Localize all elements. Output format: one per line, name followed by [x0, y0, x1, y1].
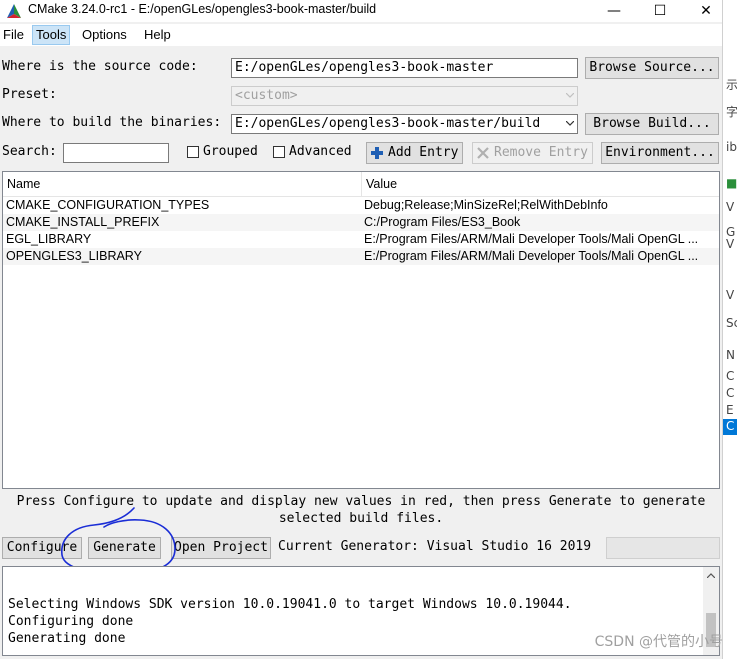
table-row[interactable]: CMAKE_CONFIGURATION_TYPES Debug;Release;… [3, 197, 719, 214]
side-text: 字 [726, 105, 737, 119]
remove-entry-button[interactable]: Remove Entry [472, 142, 593, 164]
entry-value: E:/Program Files/ARM/Mali Developer Tool… [364, 249, 699, 263]
open-project-button[interactable]: Open Project [171, 537, 271, 559]
menu-options[interactable]: Options [79, 26, 130, 44]
entry-name: EGL_LIBRARY [6, 232, 92, 246]
build-label: Where to build the binaries: [2, 115, 222, 130]
side-text: ■ [726, 176, 737, 190]
side-text: V [726, 288, 735, 302]
grouped-label: Grouped [203, 144, 258, 159]
preset-label: Preset: [2, 87, 57, 102]
source-path-input[interactable]: E:/openGLes/opengles3-book-master [231, 58, 578, 78]
remove-icon [477, 147, 489, 159]
table-header: Name Value [3, 172, 719, 197]
column-header-name[interactable]: Name [3, 172, 361, 196]
side-text: Sc [726, 316, 737, 330]
entry-value: C:/Program Files/ES3_Book [364, 215, 521, 229]
minimize-button[interactable]: — [591, 0, 637, 22]
build-path-combo[interactable]: E:/openGLes/opengles3-book-master/build [231, 114, 578, 134]
column-header-value[interactable]: Value [361, 172, 719, 196]
menu-tools[interactable]: Tools [32, 25, 71, 45]
preset-select[interactable]: <custom> [231, 86, 578, 106]
menu-help[interactable]: Help [141, 26, 174, 44]
window-title: CMake 3.24.0-rc1 - E:/openGLes/opengles3… [28, 2, 377, 16]
csdn-watermark: CSDN @代管的小号 [594, 634, 723, 650]
table-row[interactable]: OPENGLES3_LIBRARY E:/Program Files/ARM/M… [3, 248, 719, 265]
menu-file[interactable]: File [0, 26, 27, 44]
menu-bar: File Tools Options Help [0, 24, 722, 46]
advanced-label: Advanced [289, 144, 352, 159]
close-button[interactable]: ✕ [683, 0, 722, 22]
progress-bar [606, 537, 720, 559]
table-row[interactable]: CMAKE_INSTALL_PREFIX C:/Program Files/ES… [3, 214, 719, 231]
cache-table[interactable]: Name Value CMAKE_CONFIGURATION_TYPES Deb… [2, 171, 720, 489]
build-path-value: E:/openGLes/opengles3-book-master/build [235, 116, 541, 131]
entry-name: OPENGLES3_LIBRARY [6, 249, 142, 263]
title-bar[interactable]: CMake 3.24.0-rc1 - E:/openGLes/opengles3… [0, 0, 722, 22]
preset-value: <custom> [235, 88, 298, 103]
side-text: N [726, 348, 735, 362]
cmake-window: CMake 3.24.0-rc1 - E:/openGLes/opengles3… [0, 0, 722, 659]
cmake-logo-icon [7, 4, 21, 18]
entry-name: CMAKE_INSTALL_PREFIX [6, 215, 160, 229]
side-text: V [726, 200, 735, 214]
entry-value: Debug;Release;MinSizeRel;RelWithDebInfo [364, 198, 608, 212]
output-text: Selecting Windows SDK version 10.0.19041… [8, 597, 572, 646]
background-window-strip: 示 字 ib ■ V G V V Sc N C C E C [722, 0, 737, 659]
add-entry-button[interactable]: Add Entry [366, 142, 463, 164]
browse-build-button[interactable]: Browse Build... [585, 113, 719, 135]
search-input[interactable] [63, 143, 169, 163]
chevron-down-icon [566, 93, 574, 98]
remove-entry-label: Remove Entry [494, 145, 588, 160]
table-row[interactable]: EGL_LIBRARY E:/Program Files/ARM/Mali De… [3, 231, 719, 248]
environment-button[interactable]: Environment... [601, 142, 719, 164]
side-text: V [726, 237, 735, 251]
source-label: Where is the source code: [2, 59, 198, 74]
browse-source-button[interactable]: Browse Source... [585, 57, 719, 79]
chevron-down-icon [566, 121, 574, 126]
entry-value: E:/Program Files/ARM/Mali Developer Tool… [364, 232, 699, 246]
grouped-checkbox[interactable] [187, 146, 199, 158]
entry-name: CMAKE_CONFIGURATION_TYPES [6, 198, 210, 212]
side-text: C [726, 369, 735, 383]
side-text: ib [726, 140, 737, 154]
chevron-up-icon[interactable] [707, 573, 715, 578]
side-text: 示 [726, 78, 737, 92]
current-generator-label: Current Generator: Visual Studio 16 2019 [278, 539, 592, 554]
maximize-button[interactable]: ☐ [637, 0, 683, 22]
side-text: C [726, 386, 735, 400]
side-text: C [723, 419, 737, 435]
search-label: Search: [2, 144, 57, 159]
plus-icon [371, 147, 383, 159]
side-text: E [726, 403, 734, 417]
add-entry-label: Add Entry [388, 145, 459, 160]
advanced-checkbox[interactable] [273, 146, 285, 158]
